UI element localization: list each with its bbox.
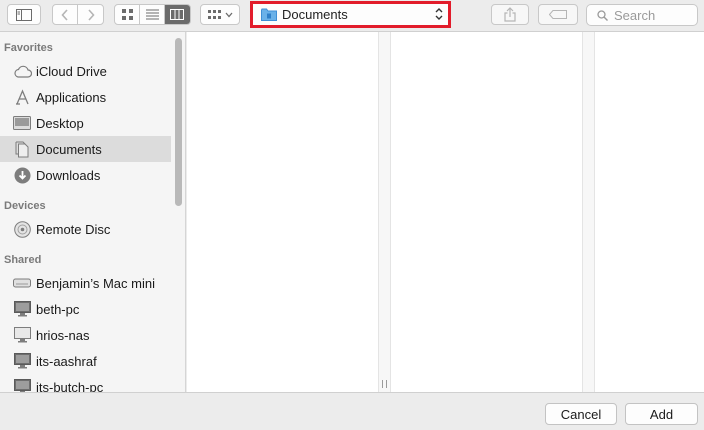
browser-column-3[interactable] (595, 32, 704, 392)
display-icon (12, 326, 32, 344)
view-mode-segmented-control (114, 4, 191, 25)
chevron-right-icon (87, 8, 95, 21)
sidebar-item-icloud-drive[interactable]: iCloud Drive (0, 58, 171, 84)
sidebar-item-label: Remote Disc (36, 221, 111, 237)
column-divider[interactable] (582, 32, 595, 392)
search-placeholder: Search (614, 7, 656, 23)
grid-icon (121, 9, 133, 20)
display-icon (12, 300, 32, 318)
sidebar-item-desktop[interactable]: Desktop (0, 110, 171, 136)
list-view-button[interactable] (140, 5, 165, 24)
sidebar-item-label: its-aashraf (36, 353, 97, 369)
sidebar-item-its-aashraf[interactable]: its-aashraf (0, 348, 171, 374)
downloads-icon (12, 166, 32, 184)
sidebar-section-shared: Shared (4, 254, 42, 266)
sidebar: Favorites iCloud Drive Applications Desk… (0, 32, 186, 392)
arrange-grid-icon (207, 9, 221, 19)
cancel-button[interactable]: Cancel (545, 403, 617, 425)
documents-icon (12, 140, 32, 158)
tag-icon (549, 10, 567, 19)
sidebar-item-downloads[interactable]: Downloads (0, 162, 171, 188)
mac-mini-icon (12, 274, 32, 292)
applications-icon (12, 88, 32, 106)
navigation-buttons (52, 4, 104, 25)
sidebar-scrollbar-thumb[interactable] (175, 38, 182, 206)
cloud-icon (12, 62, 32, 80)
sidebar-toggle-button[interactable] (7, 4, 41, 25)
sidebar-item-label: hrios-nas (36, 327, 90, 343)
search-field[interactable]: Search (586, 4, 698, 26)
disc-icon (12, 220, 32, 238)
arrange-button[interactable] (200, 4, 240, 25)
sidebar-item-hrios-nas[interactable]: hrios-nas (0, 322, 171, 348)
sidebar-item-beth-pc[interactable]: beth-pc (0, 296, 171, 322)
sidebar-item-its-butch-pc[interactable]: its-butch-pc (0, 374, 171, 392)
icon-view-button[interactable] (115, 5, 141, 24)
sidebar-item-remote-disc[interactable]: Remote Disc (0, 216, 171, 242)
up-down-chevron-icon (435, 8, 443, 20)
sidebar-item-label: Downloads (36, 167, 101, 183)
browser-column-1[interactable] (187, 32, 378, 392)
sidebar-item-documents[interactable]: Documents (0, 136, 171, 162)
add-button[interactable]: Add (625, 403, 698, 425)
sidebar-item-label: Desktop (36, 115, 84, 131)
location-popup[interactable]: Documents (253, 4, 448, 25)
sidebar-item-label: Documents (36, 141, 102, 157)
column-view-button[interactable] (164, 5, 190, 24)
folder-icon (261, 8, 277, 21)
back-button[interactable] (53, 5, 79, 24)
resize-grip-icon (382, 380, 387, 388)
dialog-footer: Cancel Add (0, 392, 704, 430)
share-icon (504, 7, 516, 22)
column-resize-handle[interactable] (378, 32, 391, 392)
display-icon (12, 352, 32, 370)
sidebar-section-favorites: Favorites (4, 42, 53, 54)
location-popup-label: Documents (282, 7, 348, 22)
location-popup-highlight: Documents (250, 1, 451, 28)
columns-icon (170, 9, 185, 20)
sidebar-item-label: beth-pc (36, 301, 80, 317)
desktop-icon (12, 114, 32, 132)
edit-tags-button[interactable] (538, 4, 578, 25)
list-icon (145, 9, 159, 20)
share-button[interactable] (491, 4, 529, 25)
chevron-left-icon (61, 8, 68, 21)
chevron-down-icon (225, 12, 232, 17)
sidebar-item-benjamins-mac-mini[interactable]: Benjamin’s Mac mini (0, 270, 171, 296)
sidebar-item-applications[interactable]: Applications (0, 84, 171, 110)
toolbar: Documents Search (0, 0, 704, 32)
sidebar-item-label: its-butch-pc (36, 379, 104, 393)
column-browser (187, 32, 704, 392)
display-icon (12, 378, 32, 392)
browser-column-2[interactable] (391, 32, 582, 392)
sidebar-item-label: Benjamin’s Mac mini (36, 275, 155, 291)
search-icon (597, 9, 608, 21)
sidebar-item-label: Applications (36, 89, 107, 105)
sidebar-icon (16, 8, 32, 21)
forward-button[interactable] (78, 5, 103, 24)
sidebar-item-label: iCloud Drive (36, 63, 107, 79)
sidebar-section-devices: Devices (4, 200, 46, 212)
